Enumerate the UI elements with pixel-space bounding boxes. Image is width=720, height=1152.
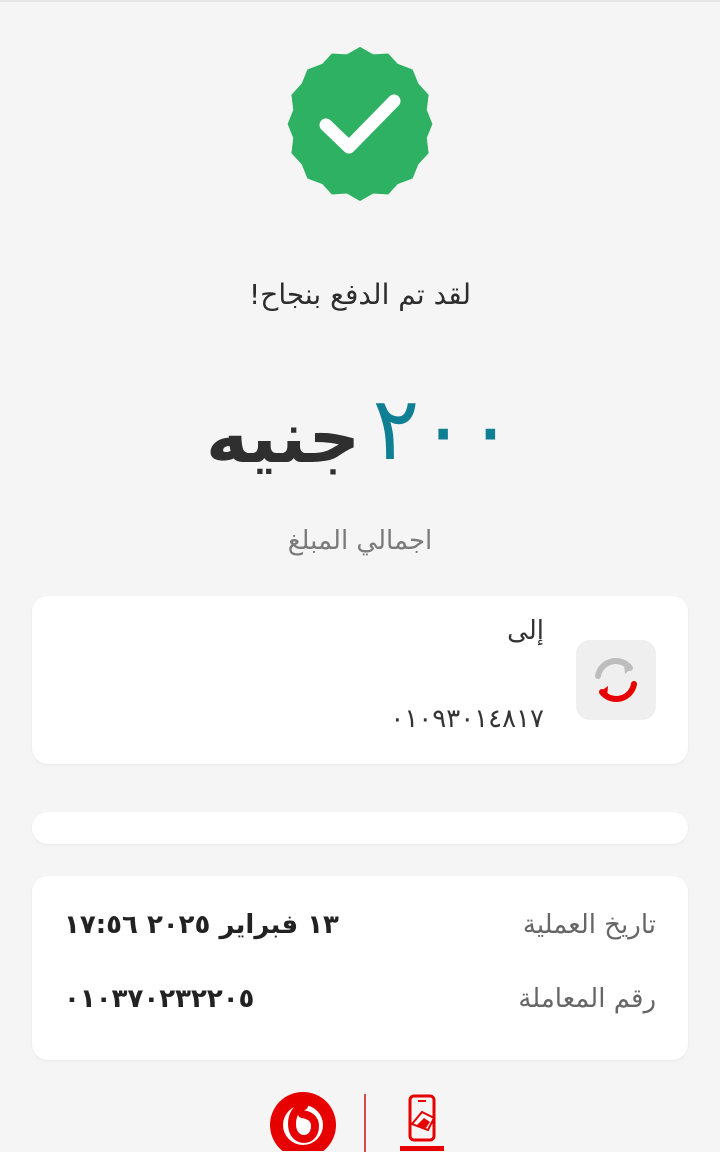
amount-row: جنيه ٢٠٠ — [0, 377, 720, 480]
transaction-number-row: رقم المعاملة ٠١٠٣٧٠٢٣٢٢٠٥ — [64, 984, 656, 1014]
empty-card — [32, 812, 688, 844]
success-badge-icon — [287, 46, 433, 201]
footer-divider — [364, 1094, 366, 1152]
operation-date-label: تاريخ العملية — [522, 910, 656, 940]
vodafone-cash-logo-icon — [400, 1094, 444, 1151]
operation-date-row: تاريخ العملية ١٣ فبراير ٢٠٢٥ ١٧:٥٦ — [64, 910, 656, 940]
recipient-label: إلى — [507, 616, 544, 646]
amount-currency: جنيه — [205, 395, 361, 479]
vodafone-logo-icon — [270, 1092, 336, 1151]
operation-date-value: ١٣ فبراير ٢٠٢٥ ١٧:٥٦ — [64, 910, 339, 940]
top-divider — [0, 0, 720, 2]
transfer-arrows-icon — [576, 640, 656, 720]
total-amount-label: اجمالي المبلغ — [287, 526, 433, 556]
footer-brands — [0, 1090, 720, 1152]
recipient-number: ٠١٠٩٣٠١٤٨١٧ — [390, 704, 544, 734]
payment-success-message: لقد تم الدفع بنجاح! — [249, 278, 471, 311]
amount-value: ٢٠٠ — [372, 377, 515, 480]
transaction-details-card: تاريخ العملية ١٣ فبراير ٢٠٢٥ ١٧:٥٦ رقم ا… — [32, 876, 688, 1060]
recipient-card: إلى ٠١٠٩٣٠١٤٨١٧ — [32, 596, 688, 764]
transaction-number-label: رقم المعاملة — [518, 984, 656, 1014]
transaction-number-value: ٠١٠٣٧٠٢٣٢٢٠٥ — [64, 984, 255, 1014]
